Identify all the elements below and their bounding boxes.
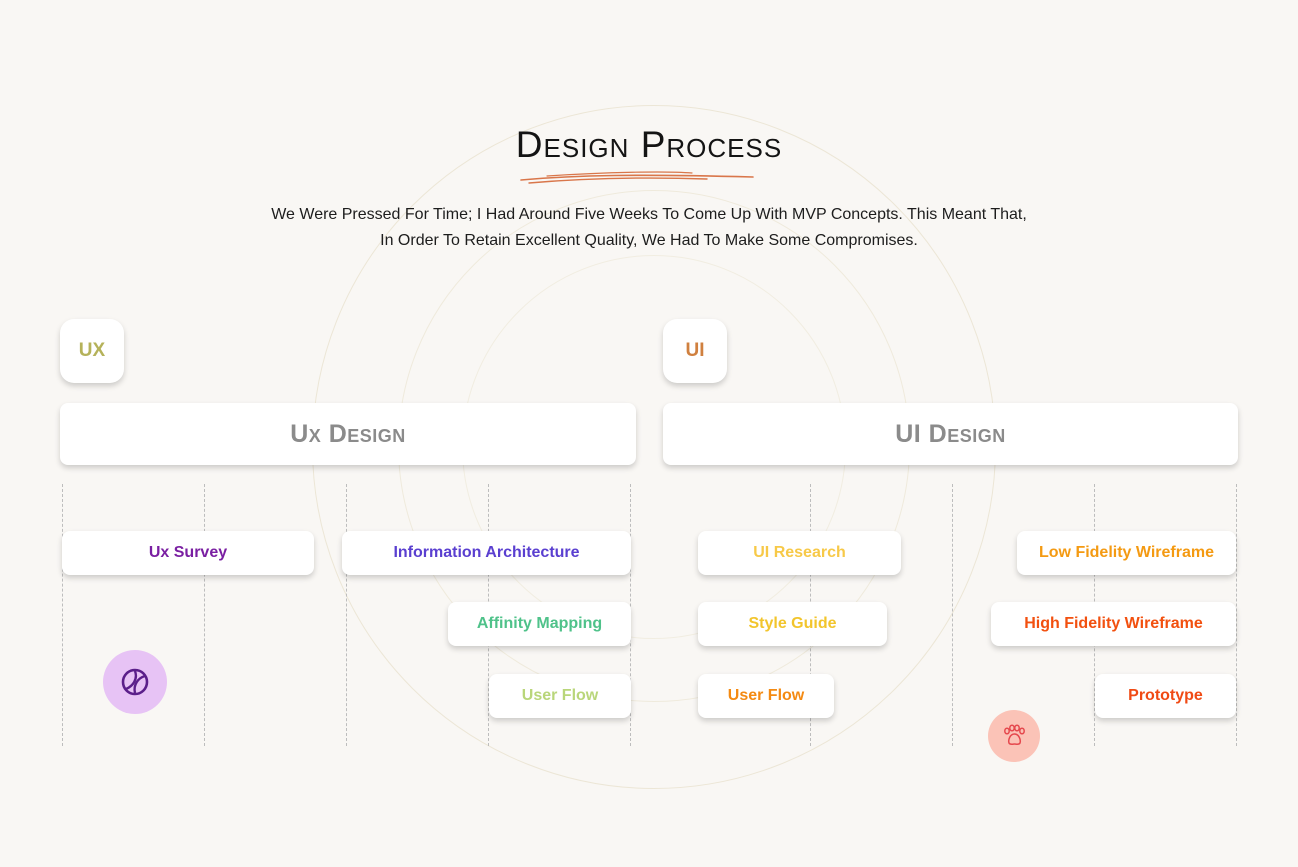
ui-badge: UI xyxy=(663,319,727,383)
ui-item-user-flow: User Flow xyxy=(698,674,834,718)
paw-badge xyxy=(988,710,1040,762)
title-underline xyxy=(520,171,754,184)
ux-badge: UX xyxy=(60,319,124,383)
tennis-ball-icon xyxy=(121,668,149,696)
page-title: Design Process xyxy=(515,124,783,165)
ui-guide-line xyxy=(952,484,953,746)
ui-item-high-fidelity-wireframe: High Fidelity Wireframe xyxy=(991,602,1236,646)
ui-item-prototype: Prototype xyxy=(1095,674,1236,718)
page-subtitle: We Were Pressed For Time; I Had Around F… xyxy=(200,202,1098,254)
subtitle-line-2: In Order To Retain Excellent Quality, We… xyxy=(380,232,918,249)
ux-item-ux-survey: Ux Survey xyxy=(62,531,314,575)
tennis-ball-badge xyxy=(103,650,167,714)
subtitle-line-1: We Were Pressed For Time; I Had Around F… xyxy=(271,206,1027,223)
paw-icon xyxy=(1004,724,1025,745)
ux-guide-line xyxy=(346,484,347,746)
ux-item-user-flow: User Flow xyxy=(489,674,631,718)
ui-item-ui-research: UI Research xyxy=(698,531,901,575)
ui-item-style-guide: Style Guide xyxy=(698,602,887,646)
ux-item-information-architecture: Information Architecture xyxy=(342,531,631,575)
ui-guide-line xyxy=(1236,484,1237,746)
ux-guide-line xyxy=(204,484,205,746)
ui-design-bar: UI Design xyxy=(663,403,1238,465)
ux-item-affinity-mapping: Affinity Mapping xyxy=(448,602,631,646)
ui-item-low-fidelity-wireframe: Low Fidelity Wireframe xyxy=(1017,531,1236,575)
ux-guide-line xyxy=(62,484,63,746)
ux-design-bar: Ux Design xyxy=(60,403,636,465)
